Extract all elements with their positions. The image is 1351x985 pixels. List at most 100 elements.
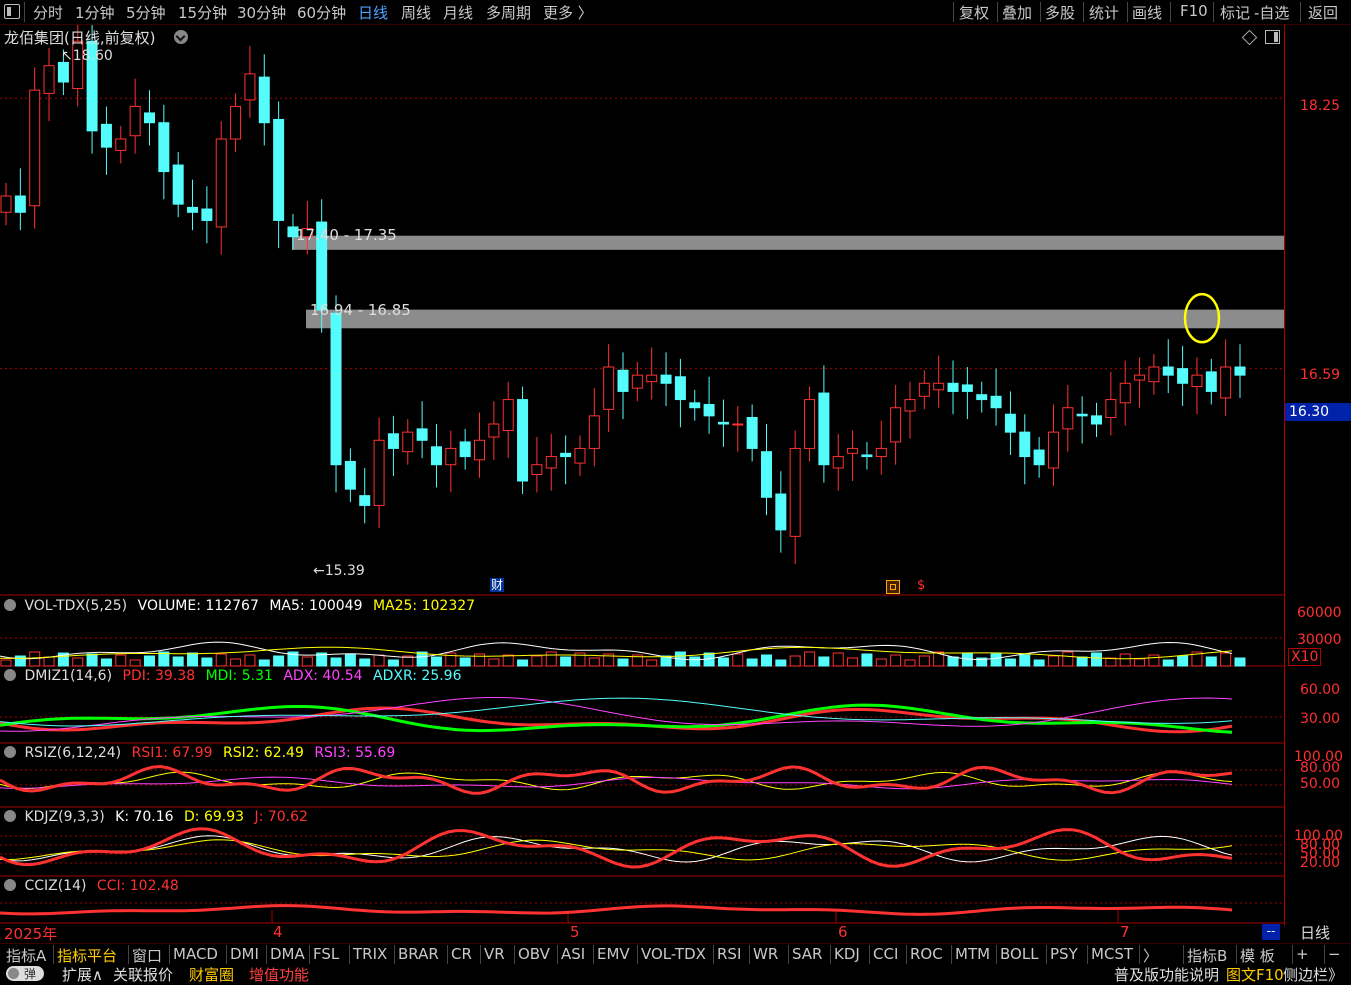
btn-back[interactable]: 返回 bbox=[1308, 2, 1338, 23]
btn-huaxian[interactable]: 画线 bbox=[1132, 2, 1162, 23]
indicator-tab-obv[interactable]: OBV bbox=[518, 945, 550, 963]
indicator-tab-indicator-a[interactable]: 指标A bbox=[6, 945, 46, 966]
candle-body bbox=[0, 195, 12, 213]
tab-multi-period[interactable]: 多周期 bbox=[486, 2, 531, 23]
indicator-tab-add[interactable]: + bbox=[1296, 945, 1309, 963]
panel-menu-icon[interactable] bbox=[4, 599, 16, 611]
volume-bar bbox=[918, 655, 930, 667]
btn-diejia[interactable]: 叠加 bbox=[1002, 2, 1032, 23]
panel-toggle-icon[interactable] bbox=[1265, 30, 1280, 44]
candle-body bbox=[57, 61, 69, 83]
indicator-tab-indicator-b[interactable]: 指标B bbox=[1187, 945, 1227, 966]
indicator-tab-cr[interactable]: CR bbox=[451, 945, 472, 963]
candle-body bbox=[1033, 449, 1045, 466]
indicator-tab-mcst[interactable]: MCST bbox=[1091, 945, 1133, 963]
panel-menu-icon[interactable] bbox=[4, 879, 16, 891]
btn-fuquan[interactable]: 复权 bbox=[959, 2, 989, 23]
volume-bar bbox=[1091, 652, 1103, 667]
indicator-tab-asi[interactable]: ASI bbox=[561, 945, 585, 963]
window-toggle-icon[interactable] bbox=[4, 4, 20, 19]
panel-menu-icon[interactable] bbox=[4, 746, 16, 758]
candle-body bbox=[459, 441, 471, 458]
indicator-tab-trix[interactable]: TRIX bbox=[353, 945, 387, 963]
value-added-button[interactable]: 增值功能 bbox=[249, 964, 309, 985]
f10-link[interactable]: 图文F10 bbox=[1226, 964, 1284, 985]
candle-body bbox=[976, 394, 988, 401]
candle-body bbox=[603, 366, 615, 410]
indicator-tab-emv[interactable]: EMV bbox=[597, 945, 630, 963]
event-marker-icon[interactable] bbox=[886, 580, 900, 594]
dividend-marker[interactable]: $ bbox=[917, 578, 925, 593]
dmi-axis-60: 60.00 bbox=[1300, 682, 1341, 698]
popup-toggle[interactable]: 弹 bbox=[6, 966, 44, 981]
indicator-tab-vol-tdx[interactable]: VOL-TDX bbox=[641, 945, 706, 963]
volume-bar bbox=[804, 651, 816, 667]
vol-unit: X10 bbox=[1288, 648, 1322, 666]
indicator-tab-roc[interactable]: ROC bbox=[910, 945, 943, 963]
candle-body bbox=[387, 433, 399, 449]
separator bbox=[480, 945, 481, 965]
btn-f10[interactable]: F10 bbox=[1180, 2, 1208, 20]
candle-body bbox=[1234, 366, 1246, 376]
btn-zixuan[interactable]: -自选 bbox=[1254, 2, 1289, 23]
candle-body bbox=[717, 421, 729, 425]
tab-daily[interactable]: 日线 bbox=[358, 2, 388, 23]
separator bbox=[447, 945, 448, 965]
indicator-tab-psy[interactable]: PSY bbox=[1050, 945, 1078, 963]
indicator-tab-macd[interactable]: MACD bbox=[173, 945, 218, 963]
indicator-tab-template[interactable]: 模 板 bbox=[1240, 945, 1275, 966]
indicator-tab-more[interactable]: 〉 bbox=[1143, 945, 1158, 966]
candle-body bbox=[230, 105, 242, 140]
indicator-tab-window[interactable]: 窗口 bbox=[132, 945, 162, 966]
tab-5min[interactable]: 5分钟 bbox=[126, 2, 166, 23]
tab-15min[interactable]: 15分钟 bbox=[178, 2, 227, 23]
indicator-tab-dma[interactable]: DMA bbox=[270, 945, 305, 963]
related-quotes-button[interactable]: 关联报价 bbox=[113, 964, 173, 985]
indicator-tab-vr[interactable]: VR bbox=[484, 945, 505, 963]
zone1-label: 17.40 - 17.35 bbox=[296, 226, 397, 244]
volume-bar bbox=[100, 658, 112, 667]
edition-info-link[interactable]: 普及版功能说明 bbox=[1114, 964, 1219, 985]
volume-bar bbox=[72, 657, 84, 667]
indicator-tab-kdj[interactable]: KDJ bbox=[834, 945, 860, 963]
tab-30min[interactable]: 30分钟 bbox=[237, 2, 286, 23]
indicator-tab-boll[interactable]: BOLL bbox=[1000, 945, 1039, 963]
btn-tongji[interactable]: 统计 bbox=[1089, 2, 1119, 23]
indicator-tab-wr[interactable]: WR bbox=[753, 945, 778, 963]
tab-more[interactable]: 更多 〉 bbox=[543, 2, 593, 23]
low-price-label: ←15.39 bbox=[313, 563, 365, 579]
wealth-circle-button[interactable]: 财富圈 bbox=[189, 964, 234, 985]
indicator-tab-mtm[interactable]: MTM bbox=[955, 945, 990, 963]
chart-area[interactable] bbox=[0, 25, 1284, 926]
tab-weekly[interactable]: 周线 bbox=[401, 2, 431, 23]
tab-monthly[interactable]: 月线 bbox=[443, 2, 473, 23]
stock-title[interactable]: 龙佰集团(日线,前复权) bbox=[4, 27, 155, 48]
candle-body bbox=[1004, 413, 1016, 433]
time-right-marker[interactable]: -- bbox=[1262, 924, 1280, 940]
dmi-axis-30: 30.00 bbox=[1300, 711, 1341, 727]
tab-60min[interactable]: 60分钟 bbox=[297, 2, 346, 23]
indicator-tab-remove[interactable]: − bbox=[1328, 945, 1341, 963]
btn-duogu[interactable]: 多股 bbox=[1045, 2, 1075, 23]
volume-bar bbox=[760, 654, 772, 667]
indicator-tab-fsl[interactable]: FSL bbox=[313, 945, 339, 963]
volume-bar bbox=[861, 653, 873, 667]
period-indicator[interactable]: 日线 bbox=[1300, 922, 1330, 943]
indicator-tab-rsi[interactable]: RSI bbox=[717, 945, 741, 963]
indicator-tab-indicator-platform[interactable]: 指标平台 bbox=[57, 945, 117, 966]
indicator-tab-sar[interactable]: SAR bbox=[792, 945, 822, 963]
volume-bar bbox=[387, 659, 399, 667]
indicator-tab-brar[interactable]: BRAR bbox=[398, 945, 439, 963]
indicator-tab-dmi[interactable]: DMI bbox=[230, 945, 259, 963]
panel-menu-icon[interactable] bbox=[4, 810, 16, 822]
tab-fenshi[interactable]: 分时 bbox=[33, 2, 63, 23]
panel-menu-icon[interactable] bbox=[4, 669, 16, 681]
sidebar-link[interactable]: 侧边栏》 bbox=[1283, 964, 1343, 985]
btn-biaoji[interactable]: 标记 bbox=[1220, 2, 1250, 23]
expand-button[interactable]: 扩展∧ bbox=[62, 964, 103, 985]
tab-1min[interactable]: 1分钟 bbox=[75, 2, 115, 23]
dropdown-circle-icon[interactable] bbox=[174, 30, 188, 44]
finance-marker[interactable]: 财 bbox=[490, 578, 505, 592]
candle-body bbox=[574, 447, 586, 464]
indicator-tab-cci[interactable]: CCI bbox=[873, 945, 898, 963]
